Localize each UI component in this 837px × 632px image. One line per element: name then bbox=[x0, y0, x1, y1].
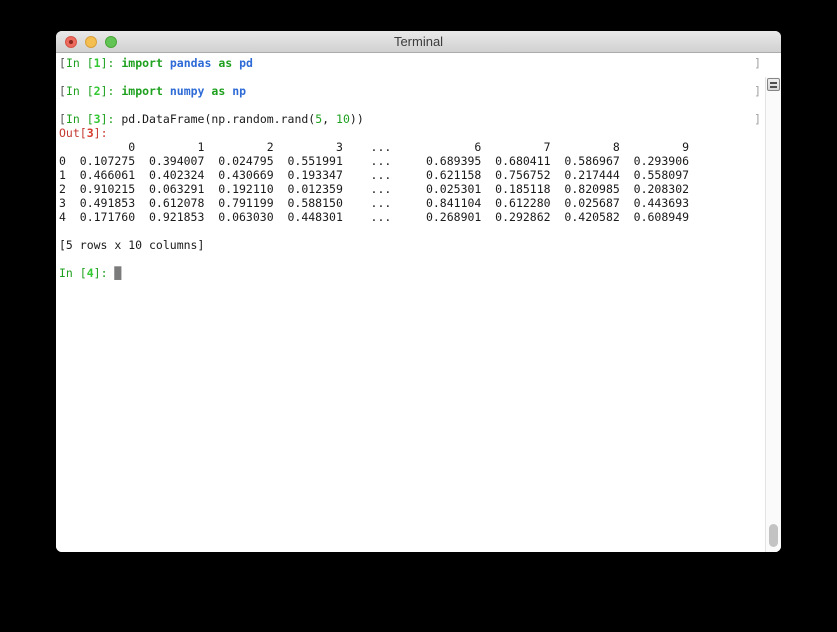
seg-plain: [5 rows x 10 columns] bbox=[59, 238, 204, 252]
seg-kw: import bbox=[121, 56, 163, 70]
seg-ns: numpy bbox=[170, 84, 205, 98]
seg-plain: , bbox=[322, 112, 336, 126]
seg-ns: pandas bbox=[170, 56, 212, 70]
seg-plain: 2 0.910215 0.063291 0.192110 0.012359 ..… bbox=[59, 182, 689, 196]
seg-plain bbox=[163, 56, 170, 70]
terminal-screen[interactable]: [In [1]: import pandas as pd][In [2]: im… bbox=[59, 56, 764, 552]
seg-plain: 3 0.491853 0.612078 0.791199 0.588150 ..… bbox=[59, 196, 689, 210]
text-cursor-block: █ bbox=[114, 266, 121, 280]
seg-bracket: [ bbox=[59, 56, 66, 70]
seg-out: ]: bbox=[94, 126, 108, 140]
output-label-3: Out[3]: bbox=[59, 126, 764, 140]
seg-num: 10 bbox=[336, 112, 350, 126]
seg-prompt: ]: bbox=[101, 56, 122, 70]
split-pane-button[interactable] bbox=[767, 78, 780, 91]
seg-prompt: ]: bbox=[94, 266, 115, 280]
window-titlebar[interactable]: Terminal bbox=[56, 31, 781, 53]
seg-prompt: In [ bbox=[66, 84, 94, 98]
seg-ns: pd bbox=[239, 56, 253, 70]
df-summary: [5 rows x 10 columns] bbox=[59, 238, 764, 252]
seg-prompt: In [ bbox=[66, 112, 94, 126]
terminal-blank-line bbox=[59, 70, 764, 84]
seg-ns: np bbox=[232, 84, 246, 98]
seg-bracket: [ bbox=[59, 84, 66, 98]
scrollbar-thumb[interactable] bbox=[769, 524, 778, 547]
seg-prompt: ]: bbox=[101, 112, 122, 126]
seg-prompt: ]: bbox=[101, 84, 122, 98]
seg-kw: as bbox=[218, 56, 232, 70]
terminal-blank-line bbox=[59, 252, 764, 266]
df-row-1: 1 0.466061 0.402324 0.430669 0.193347 ..… bbox=[59, 168, 764, 182]
seg-pnum: 4 bbox=[87, 266, 94, 280]
window-title: Terminal bbox=[56, 31, 781, 53]
df-row-2: 2 0.910215 0.063291 0.192110 0.012359 ..… bbox=[59, 182, 764, 196]
terminal-blank-line bbox=[59, 224, 764, 238]
terminal-window: Terminal [In [1]: import pandas as pd][I… bbox=[56, 31, 781, 552]
df-row-0: 0 0.107275 0.394007 0.024795 0.551991 ..… bbox=[59, 154, 764, 168]
seg-plain: 0 0.107275 0.394007 0.024795 0.551991 ..… bbox=[59, 154, 689, 168]
seg-plain: 1 0.466061 0.402324 0.430669 0.193347 ..… bbox=[59, 168, 689, 182]
seg-plain: pd.DataFrame(np.random.rand( bbox=[121, 112, 315, 126]
seg-kw: as bbox=[211, 84, 225, 98]
input-line-2: [In [2]: import numpy as np] bbox=[59, 84, 764, 98]
line-wrap-bracket: ] bbox=[754, 84, 761, 98]
seg-pnum: 2 bbox=[94, 84, 101, 98]
seg-kw: import bbox=[121, 84, 163, 98]
df-header: 0 1 2 3 ... 6 7 8 9 bbox=[59, 140, 764, 154]
line-wrap-bracket: ] bbox=[754, 56, 761, 70]
seg-bracket: [ bbox=[59, 112, 66, 126]
input-line-3: [In [3]: pd.DataFrame(np.random.rand(5, … bbox=[59, 112, 764, 126]
seg-out: Out[ bbox=[59, 126, 87, 140]
df-row-4: 4 0.171760 0.921853 0.063030 0.448301 ..… bbox=[59, 210, 764, 224]
split-pane-icon bbox=[770, 86, 777, 88]
seg-pnum: 3 bbox=[94, 112, 101, 126]
seg-plain: 4 0.171760 0.921853 0.063030 0.448301 ..… bbox=[59, 210, 689, 224]
terminal-blank-line bbox=[59, 98, 764, 112]
input-line-1: [In [1]: import pandas as pd] bbox=[59, 56, 764, 70]
terminal-content: [In [1]: import pandas as pd][In [2]: im… bbox=[56, 54, 781, 552]
seg-plain: 0 1 2 3 ... 6 7 8 9 bbox=[59, 140, 689, 154]
seg-onum: 3 bbox=[87, 126, 94, 140]
df-row-3: 3 0.491853 0.612078 0.791199 0.588150 ..… bbox=[59, 196, 764, 210]
seg-prompt: In [ bbox=[59, 266, 87, 280]
scrollbar-track[interactable] bbox=[765, 77, 781, 552]
input-line-4-active: In [4]: █ bbox=[59, 266, 764, 280]
seg-plain bbox=[163, 84, 170, 98]
seg-prompt: In [ bbox=[66, 56, 94, 70]
line-wrap-bracket: ] bbox=[754, 112, 761, 126]
seg-plain: )) bbox=[350, 112, 364, 126]
seg-pnum: 1 bbox=[94, 56, 101, 70]
split-pane-icon bbox=[770, 82, 777, 84]
